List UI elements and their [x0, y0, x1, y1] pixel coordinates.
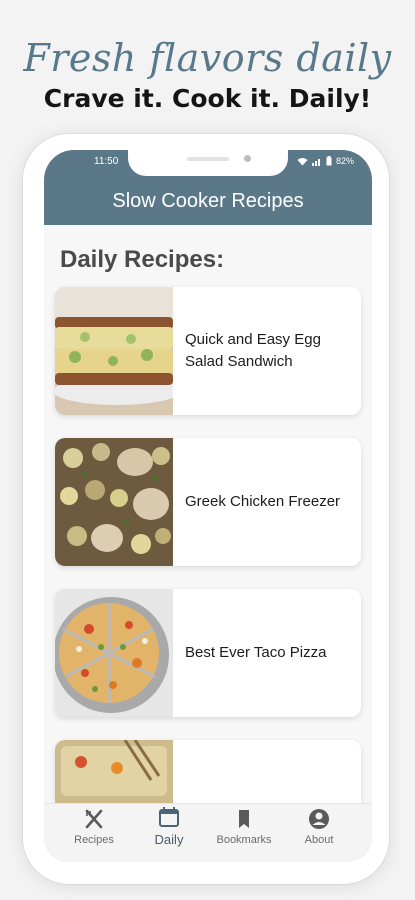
speaker-grille — [187, 157, 229, 161]
wifi-icon — [297, 157, 308, 165]
recipe-card[interactable]: Greek Chicken Freezer — [55, 438, 361, 566]
account-circle-icon — [309, 809, 329, 829]
app-title: Slow Cooker Recipes — [112, 190, 304, 212]
bottom-navigation: Recipes Daily Bookmarks About — [44, 803, 372, 862]
front-camera — [244, 155, 251, 162]
calendar-icon — [159, 807, 179, 827]
recipe-thumbnail — [55, 438, 173, 566]
phone-frame: 11:50 82% Slow Cooker Recipes Daily Reci… — [23, 134, 389, 884]
recipe-card[interactable]: Quick and Easy Egg Salad Sandwich — [55, 287, 361, 415]
battery-level: 82% — [335, 156, 354, 166]
promo-title: Fresh flavors daily — [23, 36, 392, 80]
cutlery-icon — [85, 809, 103, 829]
signal-icon — [311, 158, 320, 166]
recipe-card[interactable]: Best Ever Taco Pizza — [55, 589, 361, 717]
promo-subtitle: Crave it. Cook it. Daily! — [43, 84, 372, 113]
battery-icon — [326, 156, 332, 166]
recipe-title: Quick and Easy Egg Salad Sandwich — [185, 331, 321, 370]
nav-item-recipes[interactable]: Recipes — [59, 808, 129, 846]
nav-item-daily[interactable]: Daily — [134, 806, 204, 847]
bookmark-icon — [239, 810, 249, 828]
phone-notch — [128, 150, 288, 176]
recipe-title: Greek Chicken Freezer — [185, 493, 341, 510]
recipe-title: Best Ever Taco Pizza — [185, 644, 327, 661]
section-title: Daily Recipes: — [60, 246, 225, 273]
status-time: 11:50 — [94, 156, 119, 167]
status-icons: 82% — [297, 156, 354, 166]
nav-label-about: About — [304, 834, 334, 846]
recipe-thumbnail — [55, 287, 173, 415]
nav-label-bookmarks: Bookmarks — [216, 834, 272, 846]
recipe-thumbnail — [55, 589, 173, 717]
nav-item-about[interactable]: About — [284, 808, 354, 846]
nav-label-recipes: Recipes — [74, 834, 114, 846]
nav-item-bookmarks[interactable]: Bookmarks — [209, 808, 279, 846]
app-bar: 11:50 82% Slow Cooker Recipes — [44, 150, 372, 225]
app-screen: 11:50 82% Slow Cooker Recipes Daily Reci… — [44, 150, 372, 862]
nav-label-daily: Daily — [154, 832, 184, 847]
